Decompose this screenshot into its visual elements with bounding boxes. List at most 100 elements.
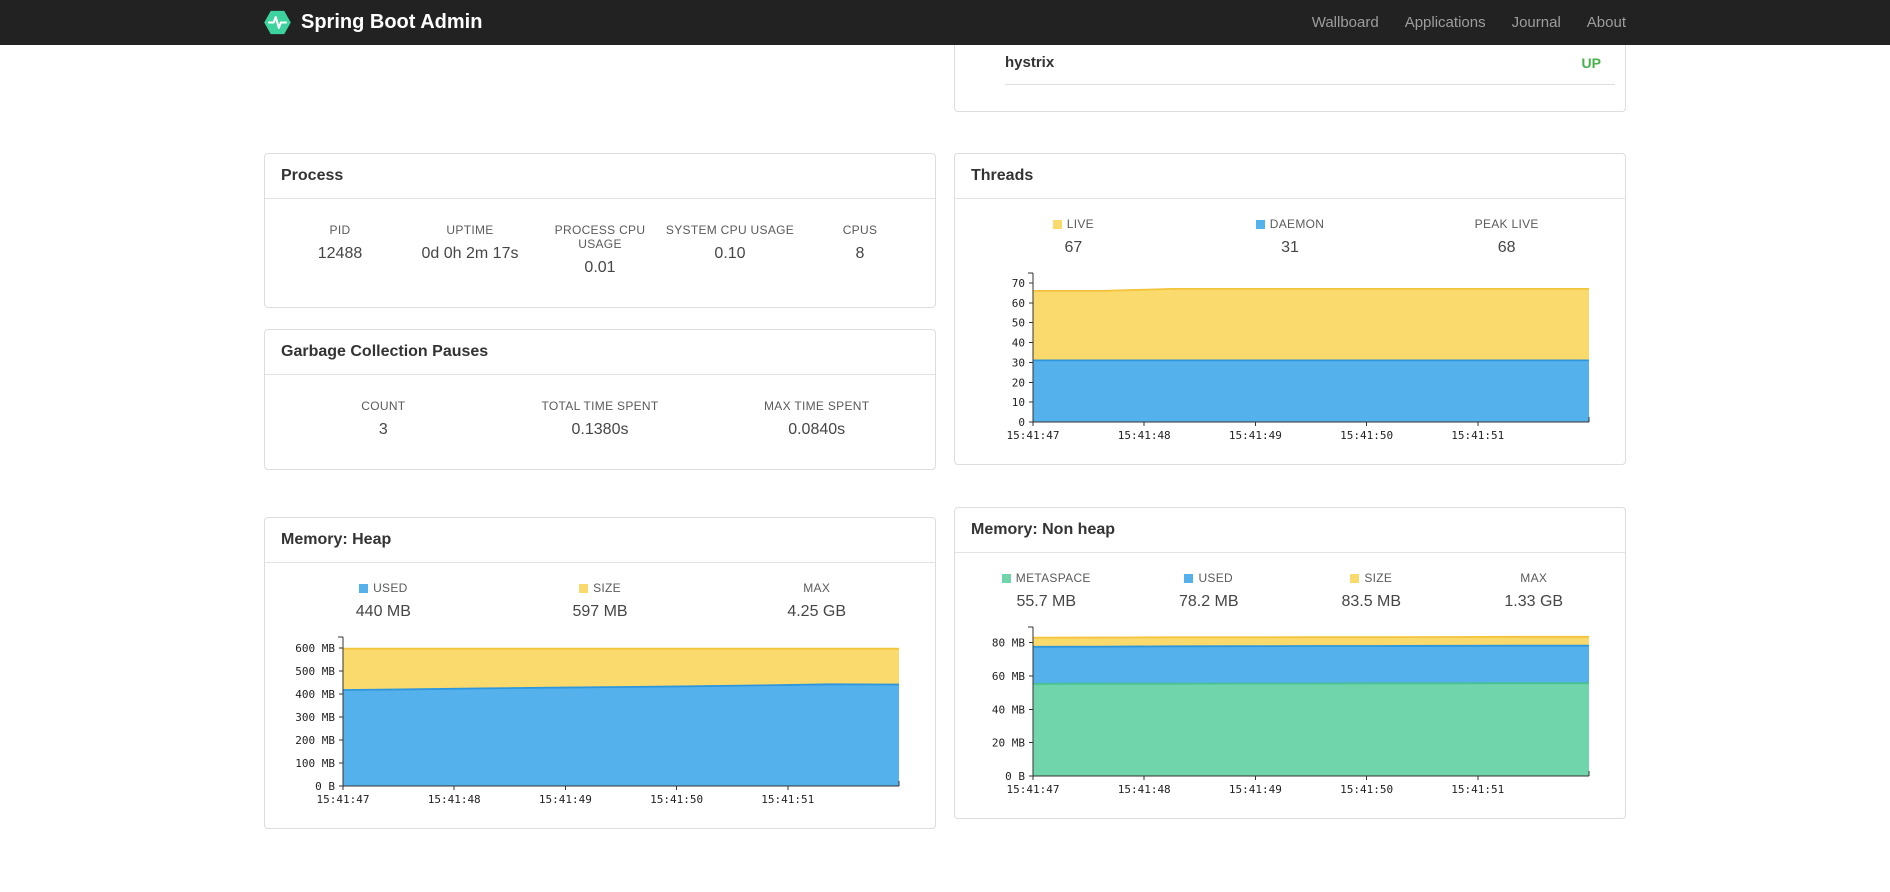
stat-label: PROCESS CPU USAGE (554, 223, 646, 251)
svg-text:0: 0 (1018, 416, 1025, 429)
stat-live: LIVE 67 (965, 217, 1182, 257)
svg-text:30: 30 (1012, 356, 1025, 369)
stat-label: USED (373, 581, 408, 595)
svg-text:15:41:49: 15:41:49 (1229, 429, 1282, 442)
svg-text:0 B: 0 B (1005, 770, 1025, 783)
stat-value: 4.25 GB (787, 603, 847, 620)
stat-value: 12488 (317, 245, 363, 262)
svg-text:300 MB: 300 MB (295, 711, 335, 724)
svg-text:15:41:49: 15:41:49 (1229, 783, 1282, 796)
legend-square-icon (1255, 219, 1265, 229)
stat-value: 31 (1281, 239, 1299, 256)
svg-text:20: 20 (1012, 376, 1025, 389)
nav-item-journal[interactable]: Journal (1499, 14, 1574, 31)
svg-text:15:41:50: 15:41:50 (1340, 783, 1393, 796)
stat-label: MAX (1520, 571, 1548, 585)
svg-text:600 MB: 600 MB (295, 642, 335, 655)
nav-item-applications[interactable]: Applications (1392, 14, 1499, 31)
gc-card-title: Garbage Collection Pauses (265, 330, 935, 375)
nonheap-stats: METASPACE 55.7 MB USED 78.2 MB SIZE 83.5… (955, 553, 1625, 617)
stat-value: 0.01 (584, 259, 616, 276)
svg-text:400 MB: 400 MB (295, 688, 335, 701)
stat-label: SIZE (593, 581, 621, 595)
stat-value: 597 MB (572, 603, 628, 620)
memory-nonheap-card: Memory: Non heap METASPACE 55.7 MB USED … (954, 507, 1626, 819)
memory-nonheap-card-title: Memory: Non heap (955, 508, 1625, 553)
heap-chart: 0 B 100 MB 200 MB 300 MB 400 MB 500 MB 600 MB 1… (267, 631, 929, 816)
stat-pid: PID 12488 (275, 223, 405, 277)
memory-heap-card-title: Memory: Heap (265, 518, 935, 563)
service-name: hystrix (1005, 54, 1055, 71)
stat-label: SYSTEM CPU USAGE (665, 223, 795, 237)
stat-value: 8 (855, 245, 865, 262)
threads-chart: 0 10 20 30 40 50 60 70 15:41:47 15:41:48 15:41:49 1… (957, 267, 1619, 452)
stat-value: 0.1380s (571, 421, 629, 438)
stat-count: COUNT 3 (275, 399, 492, 439)
process-stats: PID 12488 UPTIME 0d 0h 2m 17s PROCESS CP… (265, 199, 935, 307)
svg-text:15:41:47: 15:41:47 (1007, 429, 1060, 442)
svg-text:15:41:48: 15:41:48 (428, 793, 481, 806)
legend-square-icon (359, 583, 369, 593)
svg-text:15:41:48: 15:41:48 (1118, 429, 1171, 442)
stat-value: 68 (1497, 239, 1516, 256)
stat-label: PID (329, 223, 351, 237)
svg-text:15:41:48: 15:41:48 (1118, 783, 1171, 796)
stat-peak-live: PEAK LIVE 68 (1398, 217, 1615, 257)
brand-title: Spring Boot Admin (301, 11, 483, 33)
stat-label: LIVE (1066, 217, 1094, 231)
right-column: hystrix UP Threads LIVE 67 DAEMON 31 PEA… (954, 45, 1626, 819)
stat-nonheap-max: MAX 1.33 GB (1453, 571, 1616, 611)
main-content: Process PID 12488 UPTIME 0d 0h 2m 17s PR… (264, 45, 1626, 829)
stat-value: 83.5 MB (1341, 593, 1402, 610)
left-column: Process PID 12488 UPTIME 0d 0h 2m 17s PR… (264, 45, 936, 829)
legend-square-icon (1184, 573, 1194, 583)
stat-value: 440 MB (355, 603, 411, 620)
threads-card-title: Threads (955, 154, 1625, 199)
stat-value: 1.33 GB (1504, 593, 1564, 610)
stat-label: USED (1198, 571, 1234, 585)
legend-square-icon (1001, 573, 1011, 583)
stat-label: SIZE (1364, 571, 1393, 585)
gc-stats: COUNT 3 TOTAL TIME SPENT 0.1380s MAX TIM… (265, 375, 935, 469)
stat-value: 78.2 MB (1178, 593, 1239, 610)
stat-nonheap-used: USED 78.2 MB (1128, 571, 1291, 611)
navbar: Spring Boot Admin Wallboard Applications… (0, 0, 1890, 45)
svg-text:70: 70 (1012, 277, 1025, 290)
svg-text:15:41:51: 15:41:51 (1451, 429, 1504, 442)
health-row-hystrix: hystrix UP (1005, 45, 1615, 85)
nav-item-about[interactable]: About (1574, 14, 1626, 31)
stat-value: 0.10 (714, 245, 746, 262)
stat-value: 0d 0h 2m 17s (421, 245, 519, 262)
svg-text:40 MB: 40 MB (992, 703, 1025, 716)
brand[interactable]: Spring Boot Admin (264, 9, 482, 36)
svg-text:200 MB: 200 MB (295, 734, 335, 747)
navbar-inner: Spring Boot Admin Wallboard Applications… (264, 0, 1626, 45)
stat-label: UPTIME (446, 223, 494, 237)
nav-links: Wallboard Applications Journal About (1299, 14, 1626, 31)
threads-stats: LIVE 67 DAEMON 31 PEAK LIVE 68 (955, 199, 1625, 263)
stat-value: 0.0840s (788, 421, 846, 438)
stat-system-cpu-usage: SYSTEM CPU USAGE 0.10 (665, 223, 795, 277)
stat-value: 67 (1064, 239, 1083, 256)
stat-value: 3 (378, 421, 388, 438)
svg-text:10: 10 (1012, 396, 1025, 409)
process-card-title: Process (265, 154, 935, 199)
nav-item-wallboard[interactable]: Wallboard (1299, 14, 1392, 31)
svg-text:15:41:47: 15:41:47 (317, 793, 370, 806)
legend-square-icon (579, 583, 589, 593)
stat-uptime: UPTIME 0d 0h 2m 17s (405, 223, 535, 277)
stat-heap-used: USED 440 MB (275, 581, 492, 621)
threads-card: Threads LIVE 67 DAEMON 31 PEAK LIVE 68 0… (954, 153, 1626, 465)
legend-square-icon (1052, 219, 1062, 229)
stat-label: CPUS (842, 223, 878, 237)
svg-text:0 B: 0 B (315, 780, 335, 793)
stat-label: COUNT (361, 399, 406, 413)
stat-label: MAX TIME SPENT (764, 399, 870, 413)
status-up-badge: UP (1581, 54, 1601, 71)
legend-square-icon (1350, 573, 1360, 583)
stat-heap-max: MAX 4.25 GB (708, 581, 925, 621)
stat-heap-size: SIZE 597 MB (492, 581, 709, 621)
stat-total-time-spent: TOTAL TIME SPENT 0.1380s (492, 399, 709, 439)
svg-text:60: 60 (1012, 297, 1025, 310)
svg-text:15:41:51: 15:41:51 (761, 793, 814, 806)
